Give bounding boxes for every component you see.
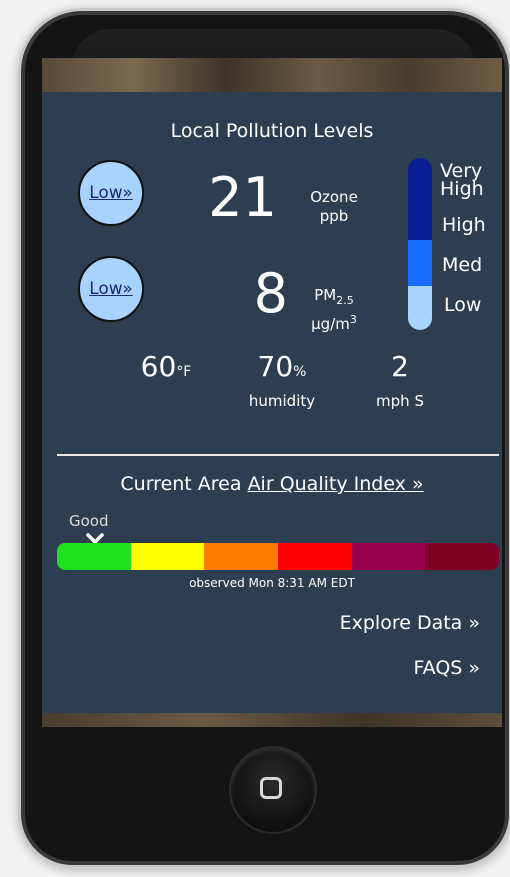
aqi-seg-very-unhealthy [351, 543, 426, 570]
aqi-color-bar [57, 543, 499, 570]
aqi-seg-unhealthy [278, 543, 352, 570]
ozone-value: 21 [208, 166, 277, 229]
humidity: 70% [242, 350, 322, 383]
faqs-link[interactable]: FAQS » [413, 657, 480, 679]
home-square-icon [260, 777, 282, 799]
pm25-name: PM [314, 286, 337, 304]
page-title: Local Pollution Levels [170, 120, 374, 142]
aqi-current-label: Good [69, 512, 109, 530]
wind-value: 2 [391, 350, 409, 383]
temperature: 60°F [126, 350, 206, 383]
ozone-name: Ozone [310, 188, 358, 206]
pm25-level-button[interactable]: Low» [78, 256, 144, 322]
home-button[interactable] [231, 748, 315, 832]
app-screen: Local Pollution Levels Low» 21 Ozone ppb… [42, 92, 502, 714]
scale-label-high: High [442, 214, 486, 236]
pm25-value: 8 [253, 262, 288, 325]
ozone-label: Ozone ppb [294, 188, 374, 226]
background-photo-top [42, 58, 502, 92]
aqi-seg-hazardous [425, 543, 499, 570]
background-photo-bottom [42, 713, 502, 727]
scale-label-med: Med [442, 254, 483, 276]
aqi-title-prefix: Current Area [120, 473, 242, 495]
aqi-link[interactable]: Air Quality Index » [248, 473, 424, 495]
temperature-value: 60 [140, 350, 177, 383]
humidity-value: 70 [257, 350, 294, 383]
pm25-subscript: 2.5 [336, 294, 354, 307]
humidity-label: humidity [248, 392, 316, 410]
aqi-heading: Current Area Air Quality Index » [42, 473, 502, 495]
aqi-seg-moderate [130, 543, 205, 570]
scale-label-very-high: High [440, 178, 484, 200]
observed-time: observed Mon 8:31 AM EDT [189, 576, 355, 590]
pm25-unit: μg/m [311, 315, 350, 333]
wind-label: mph S [376, 392, 424, 410]
ozone-unit: ppb [319, 207, 349, 225]
scale-med [408, 240, 432, 286]
scale-label-low: Low [444, 294, 482, 316]
aqi-seg-usg [204, 543, 279, 570]
aqi-seg-good [57, 543, 131, 570]
explore-data-link[interactable]: Explore Data » [340, 612, 480, 634]
pm25-label: PM2.5 μg/m3 [294, 286, 374, 334]
humidity-unit: % [293, 364, 307, 380]
pm25-unit-superscript: 3 [349, 313, 357, 326]
scale-low [408, 286, 432, 330]
ozone-level-button[interactable]: Low» [78, 160, 144, 226]
section-divider [57, 454, 499, 456]
temperature-unit: °F [176, 364, 192, 380]
pollution-scale-bar [408, 158, 432, 330]
scale-very-high [408, 158, 432, 240]
